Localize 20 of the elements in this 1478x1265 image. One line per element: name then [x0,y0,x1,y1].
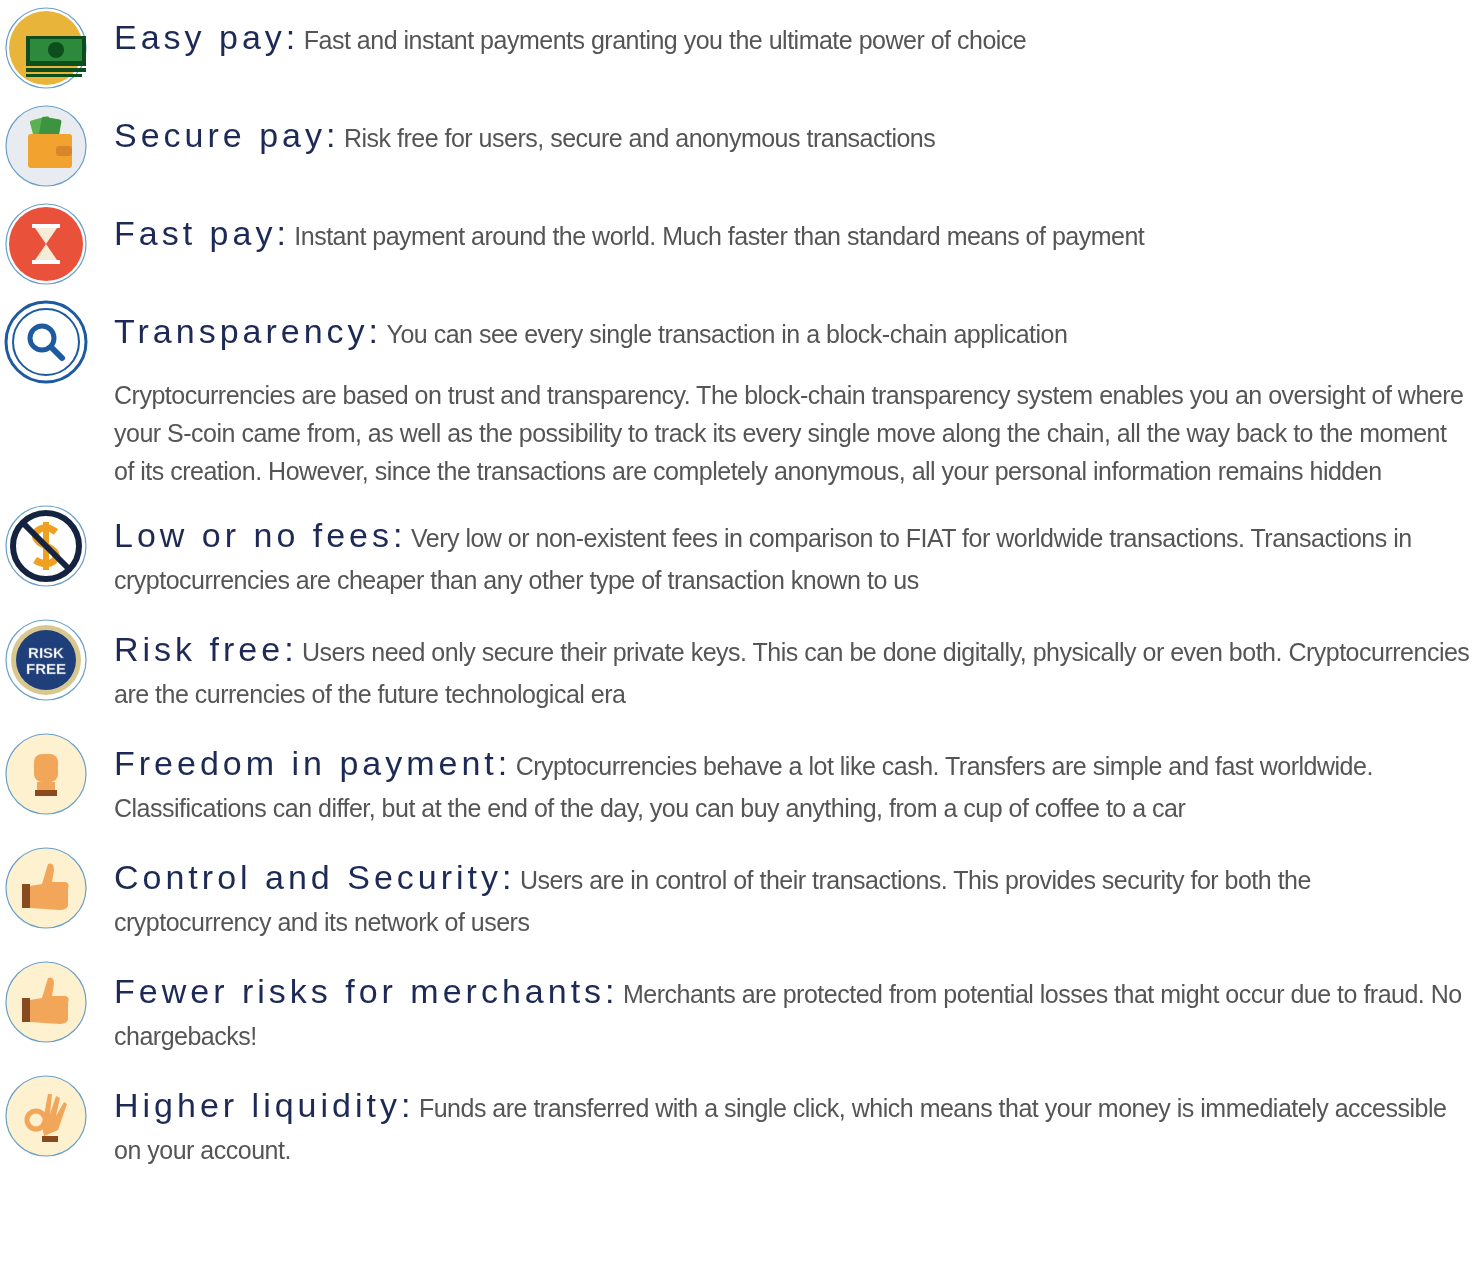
feature-text: Low or no fees:Very low or non-existent fees in comparison to FIAT for worldwide transactions. Transactions in cryptocurrencies are cheaper than any other type of transaction known to us [114,515,1413,596]
no-dollar-icon [4,503,88,588]
feature-text: Freedom in payment:Cryptocurrencies behave a lot like cash. Transfers are simple and fast worldwide. Classifications can differ, but at the end of the day, you can buy anything, from a cup of coffee to a car [114,743,1374,824]
feature-text: Fewer risks for merchants:Merchants are protected from potential losses that might occur due to fraud. No chargebacks! [114,971,1463,1052]
seal-icon: RISK FREE [4,617,88,702]
feature-text: Higher liquidity:Funds are transferred with a single click, which means that your money is immediately accessible on your account. [114,1085,1448,1166]
hourglass-icon [4,202,88,286]
feature-paragraph: Cryptocurrencies are based on trust and transparency. The block-chain transparency system enables you an oversight of where your S-coin came from, as well as the possibility to track its every single move along the chain, all the way back to the moment of its creation. However, since the transactions are completely anonymous, all your personal information remains hidden [114,379,1465,487]
feature-text: Control and Security:Users are in control of their transactions. This provides security for both the cryptocurrency and its network of users [114,857,1312,938]
search-icon [4,300,88,384]
feature-text: Secure pay:Risk free for users, secure and anonymous transactions [114,116,937,156]
thumbs-up-icon [4,959,88,1044]
feature-text: Risk free:Users need only secure their private keys. This can be done digitally, physically or even both. Cryptocurrencies are the currencies of the future technological era [114,629,1470,710]
ok-hand-icon [4,1073,88,1158]
feature-text: Transparency:You can see every single transaction in a block-chain application [114,312,1069,352]
feature-text: Fast pay:Instant payment around the world. Much faster than standard means of payment [114,214,1146,254]
thumbs-up-icon [4,845,88,930]
wallet-icon [4,104,88,188]
banknote-icon [4,6,88,90]
feature-text: Easy pay:Fast and instant payments granting you the ultimate power of choice [114,18,1028,58]
